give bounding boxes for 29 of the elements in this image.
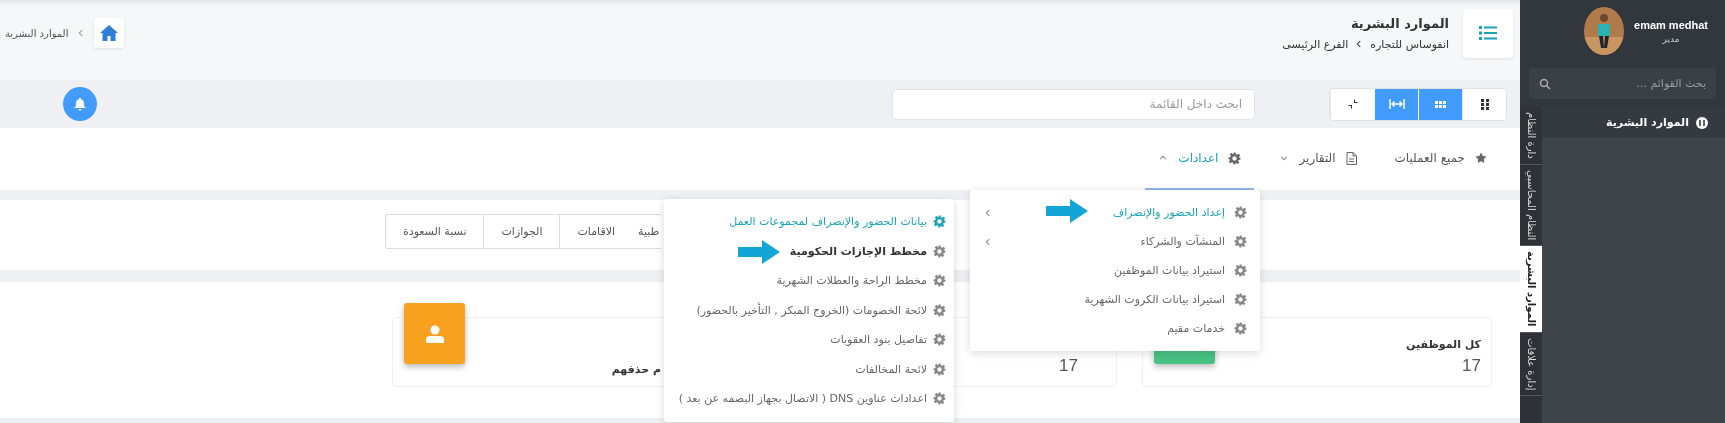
user-role: مدير: [1662, 33, 1680, 44]
menu-item[interactable]: لائحة المخالفات: [664, 354, 954, 384]
stat-value: 17: [1462, 356, 1481, 376]
module-tab[interactable]: الموارد البشرية: [1520, 246, 1542, 333]
menu-item[interactable]: مخطط الإجازات الحكومية: [664, 236, 954, 266]
menu-item[interactable]: استيراد بيانات الموظفين: [970, 256, 1260, 285]
sidebar-item[interactable]: الموارد البشرية: [1606, 116, 1689, 129]
report-tab[interactable]: الاقامات: [559, 213, 632, 249]
menu-item[interactable]: استيراد بيانات الكروت الشهرية: [970, 285, 1260, 314]
stat-label: كل الموظفين: [1406, 338, 1481, 351]
menu-item[interactable]: لائحة الخصومات (الخروج المبكر , التأخير بالحضور): [664, 295, 954, 325]
menu-item[interactable]: المنشآت والشركاء: [970, 227, 1260, 256]
nav-tab[interactable]: التقارير: [1266, 128, 1370, 190]
menu-item[interactable]: مخطط الراحة والعطلات الشهرية: [664, 266, 954, 296]
user-name: emam medhat: [1634, 18, 1708, 31]
report-tab[interactable]: الجوازات: [483, 213, 560, 249]
menu-search-field[interactable]: بحث القوائم ...: [1529, 68, 1716, 99]
report-tab[interactable]: طبية: [632, 213, 662, 249]
stat-label: م حذفهم: [611, 363, 661, 376]
page-title: الموارد البشرية: [1349, 15, 1449, 31]
menu-item[interactable]: خدمات مقيم: [970, 314, 1260, 343]
menu-item[interactable]: اعدادات عناوين DNS ( الاتصال بجهاز البصمه عن بعد ): [664, 384, 954, 414]
menu-item[interactable]: تفاصيل بنود العقوبات: [664, 325, 954, 355]
breadcrumb-item[interactable]: انفوساس للتجاره: [1370, 37, 1449, 51]
stat-value: 17: [1059, 356, 1078, 376]
report-tab[interactable]: نسبة السعودة: [385, 213, 484, 249]
nav-tab[interactable]: جميع العمليات: [1381, 128, 1500, 190]
breadcrumb-item[interactable]: الفرع الرئيسى: [1282, 37, 1349, 51]
breadcrumb-item[interactable]: الموارد البشرية: [5, 27, 69, 39]
